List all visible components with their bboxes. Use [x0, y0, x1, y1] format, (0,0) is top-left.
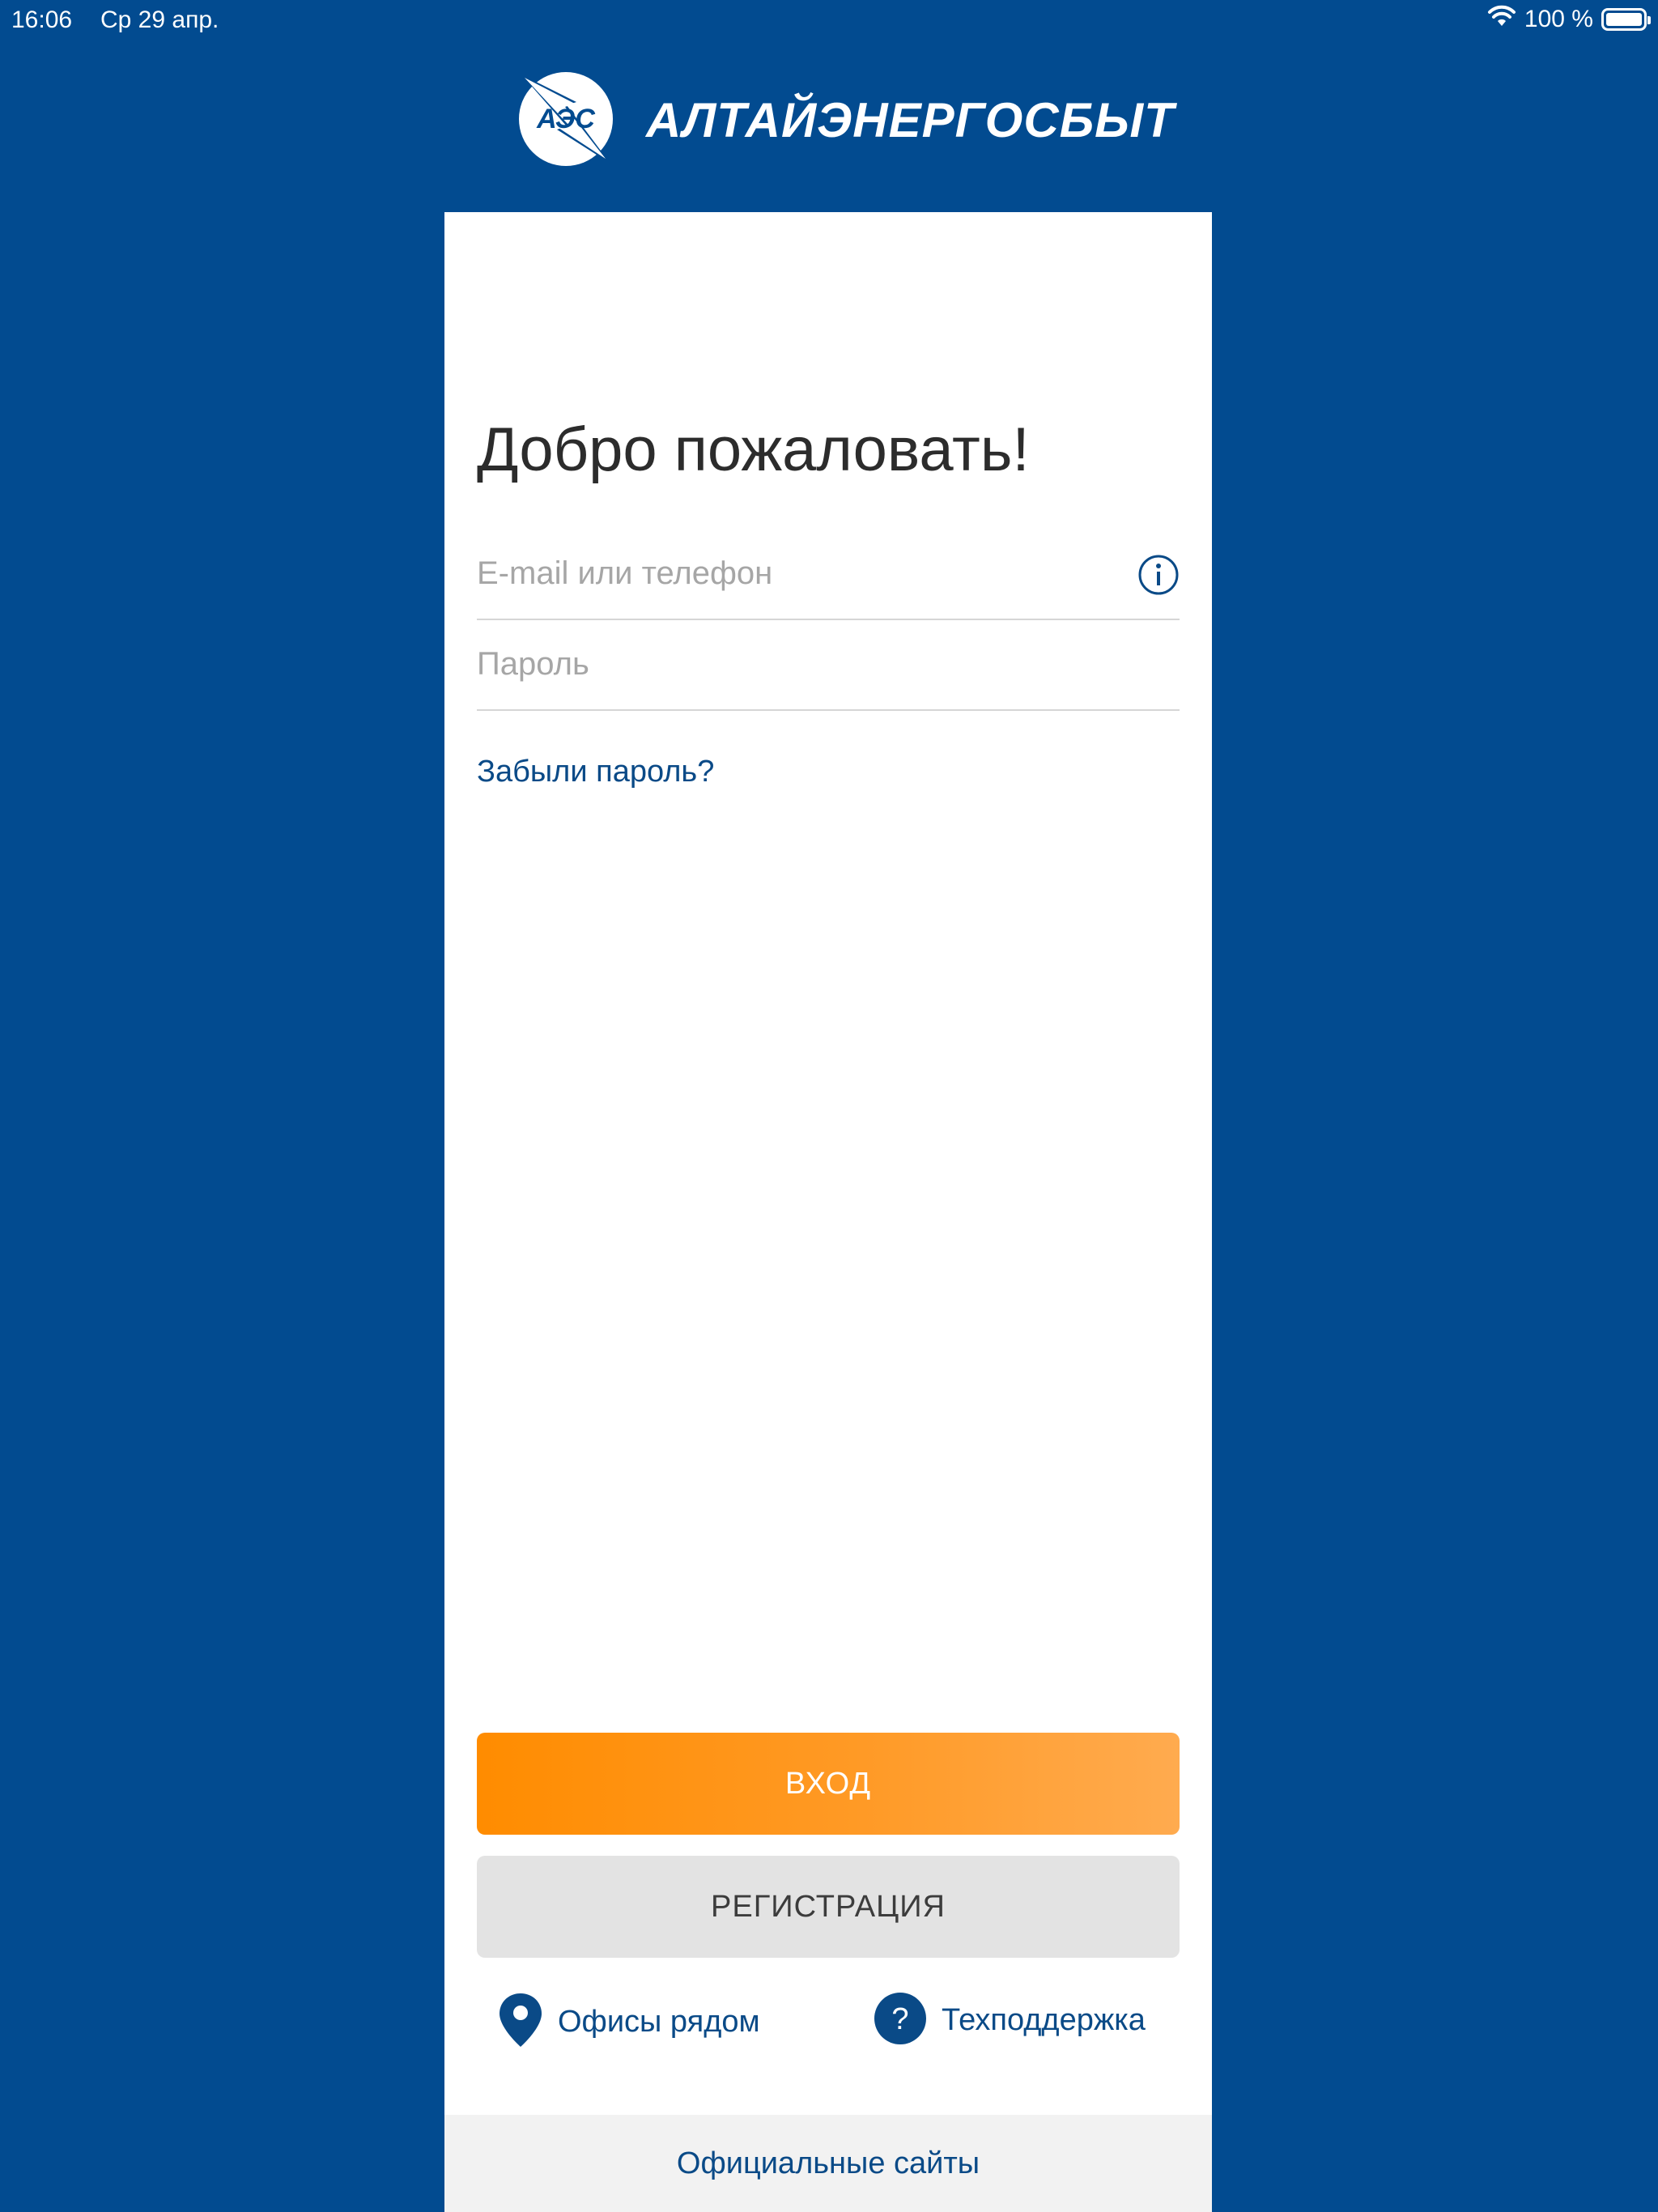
password-field	[477, 620, 1180, 711]
login-button[interactable]: ВХОД	[477, 1733, 1180, 1835]
email-field	[477, 530, 1180, 620]
email-input[interactable]	[477, 549, 1108, 598]
battery-level	[1606, 13, 1642, 26]
welcome-title: Добро пожаловать!	[477, 415, 1030, 484]
status-time: 16:06	[11, 6, 73, 33]
battery-icon	[1601, 8, 1651, 31]
svg-text:?: ?	[891, 2002, 908, 2036]
wifi-icon	[1487, 5, 1516, 34]
password-input[interactable]	[477, 640, 1108, 688]
support-label: Техподдержка	[942, 2003, 1146, 2037]
battery-percent: 100 %	[1524, 6, 1593, 32]
company-logo: АЭС	[517, 70, 615, 168]
footer-bar: Официальные сайты	[444, 2115, 1212, 2212]
app-header: АЭС АЛТАЙЭНЕРГОСБЫТ	[0, 42, 1658, 212]
status-indicators: 100 %	[1487, 5, 1651, 34]
logo-text: АЭС	[536, 104, 595, 134]
brand-name: АЛТАЙЭНЕРГОСБЫТ	[646, 93, 1175, 147]
status-bar: 16:06 Ср 29 апр. 100 %	[0, 0, 1658, 42]
register-button[interactable]: РЕГИСТРАЦИЯ	[477, 1856, 1180, 1958]
info-icon[interactable]	[1137, 554, 1180, 596]
app-screen: 16:06 Ср 29 апр. 100 % АЭС АЛТАЙЭНЕРГОСБ…	[0, 0, 1658, 2212]
location-pin-icon	[498, 1992, 543, 2052]
support-link[interactable]: ? Техподдержка	[874, 1992, 1146, 2049]
question-circle-icon: ?	[874, 1992, 927, 2049]
login-card: Добро пожаловать! Забыли пароль? ВХОД РЕ…	[444, 212, 1212, 2212]
forgot-password-link[interactable]: Забыли пароль?	[477, 755, 714, 789]
status-date: Ср 29 апр.	[100, 6, 219, 33]
offices-nearby-link[interactable]: Офисы рядом	[498, 1992, 760, 2052]
official-sites-link[interactable]: Официальные сайты	[444, 2115, 1212, 2212]
offices-nearby-label: Офисы рядом	[558, 2005, 760, 2039]
